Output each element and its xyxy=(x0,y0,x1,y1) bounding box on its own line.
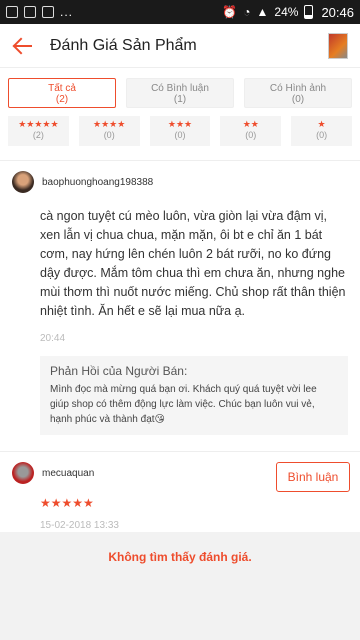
star-count: (0) xyxy=(316,130,328,140)
page-title: Đánh Giá Sản Phẩm xyxy=(50,36,197,54)
wifi-icon: ◔ xyxy=(243,5,251,19)
star-count: (2) xyxy=(32,130,44,140)
tab-count: (2) xyxy=(55,94,69,105)
tab-with-comment[interactable]: Có Bình luận (1) xyxy=(126,78,234,108)
filter-5-stars[interactable]: ★★★★★ (2) xyxy=(8,116,69,146)
signal-icon: ▲ xyxy=(256,5,269,19)
tab-label: Có Bình luận xyxy=(151,83,209,94)
rating-stars: ★★★★★ xyxy=(40,496,94,510)
reviewer-name: baophuonghoang198388 xyxy=(42,176,154,188)
tab-count: (0) xyxy=(291,94,305,105)
notification-icon xyxy=(42,6,54,18)
tab-all[interactable]: Tất cả (2) xyxy=(8,78,116,108)
more-notifications: ... xyxy=(60,5,74,19)
notification-icon xyxy=(6,6,18,18)
notification-icons: ... xyxy=(6,5,222,19)
alarm-icon: ⏰ xyxy=(222,5,238,19)
review-time: 15-02-2018 13:33 xyxy=(40,520,119,531)
reviewer-name: mecuaquan xyxy=(42,467,95,479)
tab-label: Tất cả xyxy=(48,83,76,94)
system-icons: ⏰ ◔ ▲ 24% 20:46 xyxy=(222,5,354,20)
comment-button[interactable]: Bình luận xyxy=(276,462,350,492)
filter-tabs: Tất cả (2) Có Bình luận (1) Có Hình ảnh … xyxy=(8,78,352,108)
star-icons: ★★★★★ xyxy=(18,119,59,129)
avatar[interactable] xyxy=(12,462,34,484)
star-icons: ★★★★ xyxy=(93,119,126,129)
star-count: (0) xyxy=(174,130,186,140)
filter-4-stars[interactable]: ★★★★ (0) xyxy=(78,116,140,146)
filter-1-star[interactable]: ★ (0) xyxy=(291,116,352,146)
back-arrow-icon[interactable] xyxy=(12,35,34,57)
battery-icon xyxy=(304,5,314,19)
review-header: baophuonghoang198388 xyxy=(12,171,348,193)
battery-percent: 24% xyxy=(274,5,299,19)
review-item: mecuaquan Bình luận ★★★★★ 15-02-2018 13:… xyxy=(0,451,360,541)
star-icons: ★ xyxy=(317,119,326,129)
star-count: (0) xyxy=(103,130,115,140)
empty-state: Không tìm thấy đánh giá. xyxy=(0,532,360,640)
app-bar: Đánh Giá Sản Phẩm xyxy=(0,24,360,68)
clock: 20:46 xyxy=(321,4,354,20)
tab-with-image[interactable]: Có Hình ảnh (0) xyxy=(244,78,352,108)
empty-state-text: Không tìm thấy đánh giá. xyxy=(108,550,252,564)
star-icons: ★★ xyxy=(242,119,259,129)
tab-label: Có Hình ảnh xyxy=(269,83,327,94)
star-filters: ★★★★★ (2) ★★★★ (0) ★★★ (0) ★★ (0) ★ (0) xyxy=(8,116,352,146)
status-bar: ... ⏰ ◔ ▲ 24% 20:46 xyxy=(0,0,360,24)
review-filters: Tất cả (2) Có Bình luận (1) Có Hình ảnh … xyxy=(0,68,360,152)
seller-reply: Phản Hồi của Người Bán: Mình đọc mà mừng… xyxy=(40,356,348,435)
review-time: 20:44 xyxy=(40,333,66,344)
seller-reply-text: Mình đọc mà mừng quá bạn ơi. Khách quý q… xyxy=(50,384,317,425)
seller-reply-title: Phản Hồi của Người Bán: xyxy=(50,364,188,378)
star-icons: ★★★ xyxy=(167,119,193,129)
filter-3-stars[interactable]: ★★★ (0) xyxy=(149,116,211,146)
avatar[interactable] xyxy=(12,171,34,193)
notification-icon xyxy=(24,6,36,18)
review-item: baophuonghoang198388 cà ngon tuyệt cú mè… xyxy=(0,161,360,445)
product-thumbnail[interactable] xyxy=(328,32,348,59)
tab-count: (1) xyxy=(173,94,187,105)
star-count: (0) xyxy=(245,130,257,140)
filter-2-stars[interactable]: ★★ (0) xyxy=(220,116,282,146)
review-text: cà ngon tuyệt cú mèo luôn, vừa giòn lại … xyxy=(40,209,346,318)
